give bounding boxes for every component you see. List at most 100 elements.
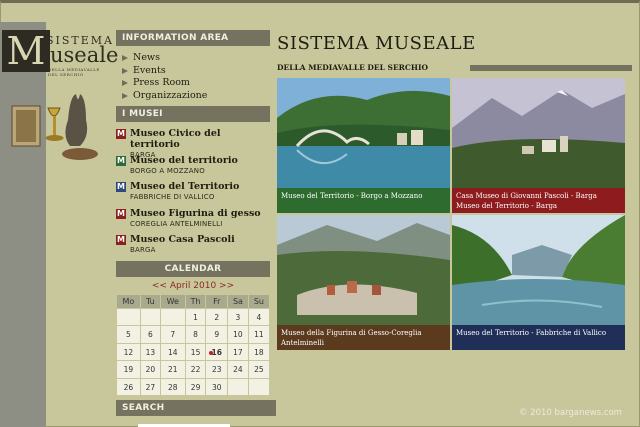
photo-coreglia-village [277, 215, 450, 325]
museo-link-civico-barga[interactable]: M Museo Civico del territorio BARGA [116, 128, 270, 159]
subtitle-divider-bar [470, 65, 632, 71]
calendar-day[interactable]: 18 [248, 343, 269, 361]
calendar-day[interactable]: 27 [140, 378, 160, 396]
museo-place: BORGO A MOZZANO [130, 166, 205, 175]
calendar-day[interactable]: 30 [206, 378, 228, 396]
menu-item-label: Events [133, 64, 166, 76]
museo-place: BARGA [130, 246, 156, 255]
menu-item-organizzazione[interactable]: Organizzazione [122, 90, 270, 103]
copyright-watermark: © 2010 barganews.com [519, 408, 622, 418]
calendar-month-label: April 2010 [169, 280, 217, 291]
calendar-month-nav: << April 2010 >> [116, 280, 270, 293]
tile-caption: Casa Museo di Giovanni Pascoli - Barga M… [452, 188, 625, 213]
calendar-day[interactable]: 15 [185, 343, 206, 361]
weekday-header: Sa [228, 294, 248, 308]
calendar-day[interactable]: 24 [228, 361, 248, 378]
calendar-day[interactable]: 11 [248, 326, 269, 343]
calendar-day[interactable]: 2 [206, 308, 228, 326]
arrow-right-icon [122, 55, 128, 62]
calendar-week-row: 26 27 28 29 30 [117, 378, 269, 396]
calendar-day[interactable]: 5 [117, 326, 140, 343]
logo-useale-text: useale [50, 43, 119, 67]
photo-barga-village [452, 78, 625, 188]
museo-place: COREGLIA ANTELMINELLI [130, 219, 223, 228]
calendar-empty-cell [248, 378, 269, 396]
calendar-day[interactable]: 26 [117, 378, 140, 396]
tile-caption: Museo del Territorio - Borgo a Mozzano [277, 188, 450, 213]
museum-red-icon: M [116, 235, 126, 246]
calendar-day[interactable]: 4 [248, 308, 269, 326]
calendar-day[interactable]: 23 [206, 361, 228, 378]
tile-caption: Museo della Figurina di Gesso-Coreglia A… [277, 325, 450, 350]
museo-title: Museo del territorio [130, 154, 238, 166]
tile-barga[interactable]: Casa Museo di Giovanni Pascoli - Barga M… [452, 78, 625, 213]
calendar-day[interactable]: 7 [160, 326, 185, 343]
calendar-day[interactable]: 1 [185, 308, 206, 326]
menu-item-press-room[interactable]: Press Room [122, 77, 270, 90]
calendar-heading: CALENDAR [116, 260, 270, 277]
musei-list: M Museo Civico del territorio BARGA M Mus… [116, 128, 270, 257]
information-menu: News Events Press Room Organizzazione [122, 52, 270, 102]
weekday-header: Fr [206, 294, 228, 308]
menu-item-label: News [133, 52, 160, 63]
calendar-day[interactable]: 6 [140, 326, 160, 343]
tile-caption: Museo del Territorio - Fabbriche di Vall… [452, 325, 625, 350]
event-dot-icon [209, 350, 214, 355]
arrow-right-icon [122, 67, 128, 74]
calendar-day[interactable]: 20 [140, 361, 160, 378]
calendar-empty-cell [228, 378, 248, 396]
calendar-prev-button[interactable]: << [152, 281, 167, 291]
site-logo[interactable]: SISTEMA M useale DELLA MEDIAVALLE DEL SE… [2, 26, 118, 78]
calendar-day[interactable]: 22 [185, 361, 206, 378]
sidebar: INFORMATION AREA News Events Press Room … [116, 30, 276, 416]
calendar-day[interactable]: 3 [228, 308, 248, 326]
museo-place: FABBRICHE DI VALLICO [130, 193, 215, 202]
calendar-next-button[interactable]: >> [219, 281, 234, 291]
tile-coreglia[interactable]: Museo della Figurina di Gesso-Coreglia A… [277, 215, 450, 350]
calendar-day[interactable]: 12 [117, 343, 140, 361]
calendar-empty-cell [117, 308, 140, 326]
weekday-header: We [160, 294, 185, 308]
calendar-day[interactable]: 17 [228, 343, 248, 361]
photo-vallico-river [452, 215, 625, 325]
menu-item-label: Press Room [133, 77, 190, 89]
menu-item-events[interactable]: Events [122, 65, 270, 78]
calendar-week-row: 1234 [117, 308, 269, 326]
museo-link-fabbriche-di-vallico[interactable]: M Museo del Territorio FABBRICHE DI VALLI… [116, 181, 270, 204]
arrow-right-icon [122, 93, 128, 100]
calendar-day[interactable]: 29 [185, 378, 206, 396]
calendar-week-row: 12 13 14 15 16 17 18 [117, 343, 269, 361]
menu-item-news[interactable]: News [122, 52, 270, 65]
musei-heading: I MUSEI [116, 106, 270, 123]
logo-subline: DELLA MEDIAVALLE DEL SERCHIO [48, 67, 100, 77]
museum-red-icon: M [116, 208, 126, 219]
calendar-day[interactable]: 8 [185, 326, 206, 343]
calendar-day[interactable]: 14 [160, 343, 185, 361]
museo-link-casa-pascoli[interactable]: M Museo Casa Pascoli BARGA [116, 234, 270, 257]
calendar-day[interactable]: 28 [160, 378, 185, 396]
tile-borgo-a-mozzano[interactable]: Museo del Territorio - Borgo a Mozzano [277, 78, 450, 213]
museo-title: Museo Civico del territorio [130, 128, 221, 151]
museo-link-coreglia[interactable]: M Museo Figurina di gesso COREGLIA ANTELM… [116, 208, 270, 231]
weekday-header: Tu [140, 294, 160, 308]
information-area-heading: INFORMATION AREA [116, 30, 270, 46]
calendar-day[interactable]: 19 [117, 361, 140, 378]
calendar-day[interactable]: 21 [160, 361, 185, 378]
calendar-grid: Mo Tu We Th Fr Sa Su 1 2 3 4 5 6 7 8 9 10 11 12 13 14 15 16 17… [116, 294, 270, 397]
logo-m-letter: M [2, 30, 50, 72]
page-title: SISTEMA MUSEALE [277, 33, 476, 54]
page-subtitle: DELLA MEDIAVALLE DEL SERCHIO [277, 63, 428, 72]
museum-tiles-grid: Museo del Territorio - Borgo a Mozzano C… [277, 78, 626, 350]
calendar-empty-cell [140, 308, 160, 326]
calendar-day[interactable]: 9 [206, 326, 228, 343]
menu-item-label: Organizzazione [133, 89, 208, 101]
calendar-day[interactable]: 25 [248, 361, 269, 378]
tile-fabbriche-di-vallico[interactable]: Museo del Territorio - Fabbriche di Vall… [452, 215, 625, 350]
photo-bridge-river [277, 78, 450, 188]
calendar-day-today[interactable]: 16 [206, 343, 228, 361]
weekday-header: Su [248, 294, 269, 308]
museum-red-icon: M [116, 129, 126, 140]
calendar-day[interactable]: 13 [140, 343, 160, 361]
calendar-week-row: 19 20 21 22 23 24 25 [117, 361, 269, 378]
calendar-day[interactable]: 10 [228, 326, 248, 343]
